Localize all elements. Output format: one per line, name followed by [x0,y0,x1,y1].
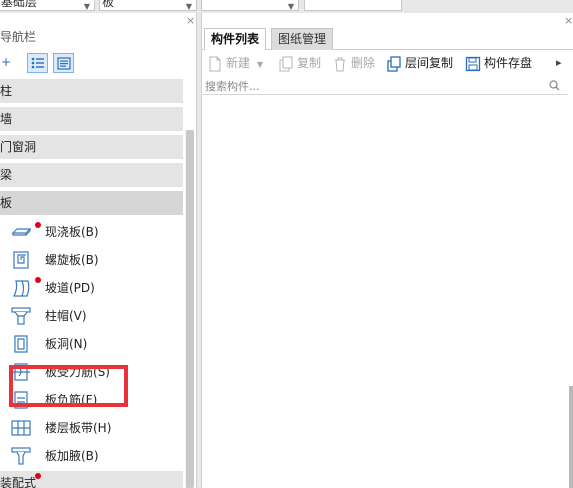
delete-button[interactable]: 删除 [332,53,375,73]
detail-view-icon [56,56,71,70]
delete-button-label: 删除 [351,56,376,70]
new-document-icon [209,56,221,71]
nav-title: 导航栏 [0,30,37,44]
nav-item-label: 螺旋板(B) [45,253,99,267]
category-beam[interactable]: 梁 [0,163,183,187]
category-column[interactable]: 柱 [0,79,183,103]
nav-item-label: 现浇板(B) [45,225,99,239]
chevron-down-icon: ▼ [185,2,192,11]
nav-close-icon[interactable]: × [186,14,195,27]
toolbar-overflow-icon[interactable]: ▸ [556,53,562,73]
category-prefabricated[interactable]: 装配式 [0,471,183,488]
chevron-down-icon: ▼ [83,2,90,11]
category-wall[interactable]: 墙 [0,107,183,131]
floor-dropdown[interactable]: 基础层 ▼ [0,0,95,11]
ramp-icon [13,280,30,297]
component-toolbar: 新建 ▼ 复制 删除 层间复制 构件存盘 ▸ [202,53,573,75]
floor-copy-button-label: 层间复制 [405,56,454,70]
component-save-button[interactable]: 构件存盘 [465,53,532,73]
navigation-panel: × 导航栏 + 柱 墙 门窗洞 梁 板 现浇板(B) 螺旋板(B) 坡道(PD)… [0,13,197,488]
nav-item-column-cap[interactable]: 柱帽(V) [10,304,180,328]
marker-dot [35,222,41,228]
column-cap-icon [11,307,31,325]
nav-item-cast-slab[interactable]: 现浇板(B) [10,220,180,244]
expand-add-icon[interactable]: + [1,55,11,69]
nav-item-slab-haunch[interactable]: 板加腋(B) [10,444,180,468]
nav-item-spiral-slab[interactable]: 螺旋板(B) [10,248,180,272]
annotation-highlight-box [9,365,128,407]
floor-dropdown-value: 基础层 [1,0,38,9]
marker-dot [35,473,41,479]
trash-icon [335,57,345,71]
copy-button[interactable]: 复制 [278,53,321,73]
nav-item-label: 柱帽(V) [45,309,87,323]
nav-item-floor-slab-strip[interactable]: 楼层板带(H) [10,416,180,440]
spiral-slab-icon [13,251,29,269]
category-door-window-opening[interactable]: 门窗洞 [0,135,183,159]
slab-haunch-icon [11,447,31,465]
cast-slab-icon [11,228,32,236]
chevron-down-icon: ▼ [287,2,294,11]
tab-component-list[interactable]: 构件列表 [204,28,267,50]
top-dropdown-strip: 基础层 ▼ 板 ▼ ▼ [0,0,573,12]
floor-copy-button[interactable]: 层间复制 [386,53,453,73]
new-button-label: 新建 [226,56,251,70]
component-tabs: 构件列表 图纸管理 [202,28,573,50]
list-view-button[interactable] [27,53,48,73]
nav-item-label: 板加腋(B) [45,449,99,463]
component-type-dropdown[interactable]: 板 ▼ [99,0,197,11]
nav-toolbar: + [0,53,196,77]
category-slab[interactable]: 板 [0,191,183,215]
copy-icon [279,56,293,71]
nav-item-label: 楼层板带(H) [45,421,112,435]
nav-item-ramp[interactable]: 坡道(PD) [10,276,180,300]
slab-hole-icon [14,335,28,353]
detail-view-button[interactable] [53,53,74,73]
search-icon[interactable] [549,80,560,91]
component-type-dropdown-value: 板 [102,0,115,9]
floor-slab-strip-icon [11,420,31,436]
tab-drawing-management[interactable]: 图纸管理 [271,28,334,50]
component-panel-close-icon[interactable]: × [564,14,573,27]
marker-dot [35,277,41,283]
list-view-icon [31,57,44,69]
component-dropdown[interactable]: ▼ [201,0,299,11]
sub-component-dropdown[interactable] [304,0,402,11]
chevron-down-icon: ▼ [256,60,263,69]
floor-copy-icon [387,55,401,72]
new-button[interactable]: 新建 ▼ [207,53,263,73]
nav-item-label: 板洞(N) [45,337,88,351]
nav-item-slab-hole[interactable]: 板洞(N) [10,332,180,356]
component-scrollbar-thumb[interactable] [569,386,573,488]
component-list-panel: × 构件列表 图纸管理 新建 ▼ 复制 删除 层间复制 构件存盘 ▸ 搜索构件.… [201,13,573,488]
component-save-button-label: 构件存盘 [484,56,533,70]
nav-scrollbar-thumb[interactable] [186,130,194,488]
component-search-input[interactable] [205,78,535,94]
nav-item-label: 坡道(PD) [45,281,95,295]
component-save-icon [465,56,481,71]
copy-button-label: 复制 [297,56,322,70]
component-search-row [203,77,568,95]
